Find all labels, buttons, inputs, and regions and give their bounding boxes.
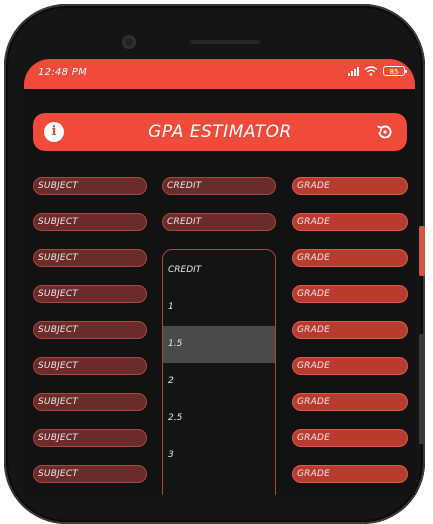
battery-icon: 85	[383, 66, 407, 76]
app-title: GPA ESTIMATOR	[148, 122, 292, 142]
credit-dropdown-field[interactable]: CREDIT	[162, 177, 276, 195]
credit-option[interactable]: 1	[163, 289, 275, 326]
signal-icon	[348, 66, 359, 76]
volume-button	[419, 226, 425, 276]
grade-dropdown-field[interactable]: GRADE	[292, 177, 408, 195]
grade-dropdown-field[interactable]: GRADE	[292, 213, 408, 231]
credit-dropdown[interactable]: CREDIT 1 1.5 2 2.5 3	[162, 249, 276, 495]
reset-icon[interactable]	[375, 122, 395, 142]
dropdown-header: CREDIT	[168, 265, 202, 275]
subject-input[interactable]: SUBJECT	[33, 321, 147, 339]
subject-input[interactable]: SUBJECT	[33, 429, 147, 447]
subject-input[interactable]: SUBJECT	[33, 357, 147, 375]
subject-input[interactable]: SUBJECT	[33, 249, 147, 267]
grade-dropdown-field[interactable]: GRADE	[292, 357, 408, 375]
subject-input[interactable]: SUBJECT	[33, 177, 147, 195]
subject-input[interactable]: SUBJECT	[33, 213, 147, 231]
phone-frame: 12:48 PM 85 i GPA ESTIMATOR SUBJECT CRED…	[4, 4, 425, 524]
grade-dropdown-field[interactable]: GRADE	[292, 249, 408, 267]
credit-option[interactable]: 2	[163, 363, 275, 400]
grade-dropdown-field[interactable]: GRADE	[292, 285, 408, 303]
wifi-icon	[364, 66, 378, 76]
subject-input[interactable]: SUBJECT	[33, 285, 147, 303]
grade-dropdown-field[interactable]: GRADE	[292, 393, 408, 411]
credit-option[interactable]: 2.5	[163, 400, 275, 437]
subject-input[interactable]: SUBJECT	[33, 393, 147, 411]
credit-dropdown-field[interactable]: CREDIT	[162, 213, 276, 231]
status-icons: 85	[348, 66, 407, 76]
credit-option[interactable]: 3	[163, 437, 275, 474]
power-button	[419, 334, 425, 444]
grade-dropdown-field[interactable]: GRADE	[292, 321, 408, 339]
status-bar: 12:48 PM 85	[24, 59, 415, 89]
subject-input[interactable]: SUBJECT	[33, 465, 147, 483]
app-bar: i GPA ESTIMATOR	[33, 113, 407, 151]
earpiece-speaker	[190, 40, 260, 44]
grade-dropdown-field[interactable]: GRADE	[292, 465, 408, 483]
app-screen: 12:48 PM 85 i GPA ESTIMATOR SUBJECT CRED…	[24, 59, 415, 495]
grade-dropdown-field[interactable]: GRADE	[292, 429, 408, 447]
credit-option-selected[interactable]: 1.5	[163, 326, 275, 363]
status-time: 12:48 PM	[38, 67, 88, 78]
front-camera	[122, 35, 136, 49]
